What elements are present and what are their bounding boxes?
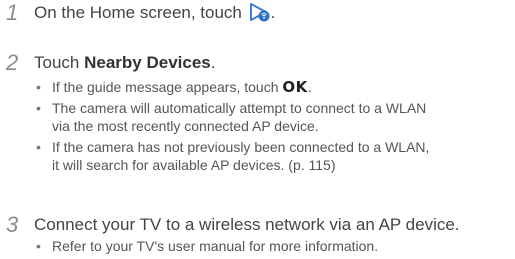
step-2: 2 Touch Nearby Devices. • If the guide m…	[0, 52, 515, 176]
step-3-bullets: • Refer to your TV's user manual for mor…	[34, 237, 378, 255]
list-item: • Refer to your TV's user manual for mor…	[36, 238, 379, 254]
list-item: • If the guide message appears, touch OK…	[36, 78, 312, 96]
list-item: • If the camera has not previously been …	[36, 139, 430, 173]
step-text: Touch Nearby Devices.	[34, 53, 216, 72]
nearby-devices-label: Nearby Devices	[84, 53, 211, 72]
bullet-icon: •	[36, 238, 41, 254]
smart-link-app-icon	[249, 2, 271, 22]
step-number: 1	[6, 0, 19, 25]
step-number: 2	[6, 50, 19, 75]
bullet-icon: •	[36, 100, 41, 116]
step-2-bullets: • If the guide message appears, touch OK…	[34, 78, 429, 174]
step-text: Connect your TV to a wireless network vi…	[34, 215, 460, 234]
step-1: 1 On the Home screen, touch .	[0, 2, 515, 26]
step-text: On the Home screen, touch .	[34, 2, 276, 22]
bullet-icon: •	[36, 79, 41, 95]
list-item: • The camera will automatically attempt …	[36, 100, 427, 134]
bullet-icon: •	[36, 139, 41, 155]
ok-key-label: OK	[282, 78, 308, 96]
step-number: 3	[6, 212, 19, 237]
step-3: 3 Connect your TV to a wireless network …	[0, 214, 515, 258]
